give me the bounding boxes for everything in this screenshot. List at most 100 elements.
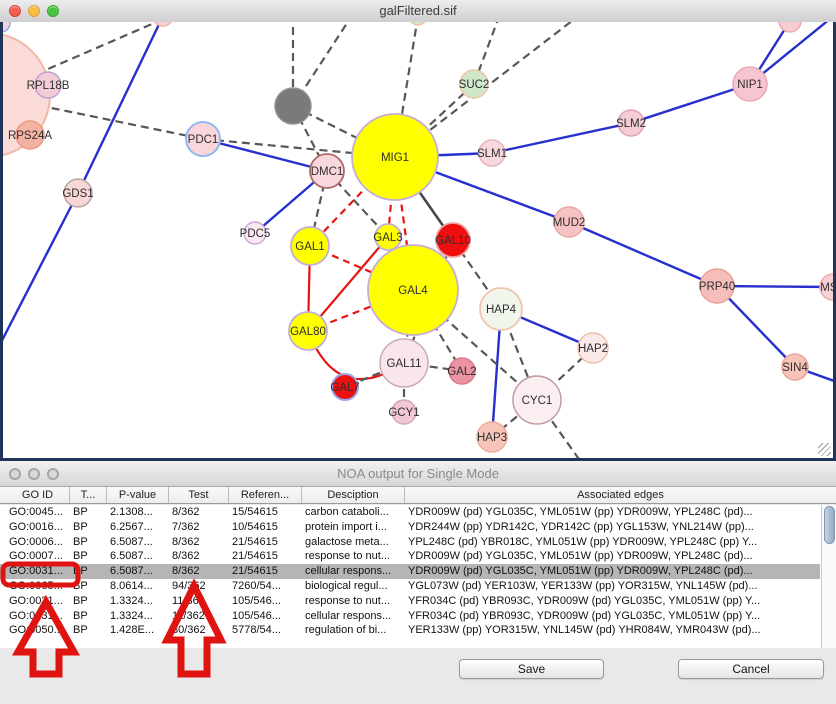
table-cell: 1.428E... xyxy=(107,623,169,638)
table-cell: cellular respons... xyxy=(302,564,405,579)
table-cell: 8/362 xyxy=(169,535,229,550)
graph-node-label: GAL11 xyxy=(387,358,422,370)
column-header-desciption[interactable]: Desciption xyxy=(302,487,405,503)
table-row[interactable]: GO:0006...BP6.5087...8/36221/54615galact… xyxy=(0,535,820,550)
table-cell: GO:0031... xyxy=(6,594,70,609)
table-cell: 8/362 xyxy=(169,564,229,579)
table-cell: BP xyxy=(70,579,107,594)
table-cell: response to nut... xyxy=(302,594,405,609)
resize-grip[interactable] xyxy=(818,443,831,456)
table-row[interactable]: GO:0007...BP6.5087...8/36221/54615respon… xyxy=(0,549,820,564)
table-row[interactable]: GO:0031...BP1.3324...11/362105/546...res… xyxy=(0,594,820,609)
graph-node-label: HAP4 xyxy=(486,304,517,316)
graph-node-label: DMC1 xyxy=(311,166,344,178)
table-row[interactable]: GO:0065...BP8.0614...94/3627260/54...bio… xyxy=(0,579,820,594)
table-header: GO IDT...P-valueTestReferen...Desciption… xyxy=(0,486,836,504)
table-cell: GO:0007... xyxy=(6,549,70,564)
table-row[interactable]: GO:0031...BP1.3324...11/362105/546...cel… xyxy=(0,609,820,624)
table-cell: 11/362 xyxy=(169,609,229,624)
graph-node-topPink[interactable] xyxy=(153,22,173,26)
table-cell: 7260/54... xyxy=(229,579,302,594)
table-cell: YDR244W (pp) YDR142C, YDR142C (pp) YGL15… xyxy=(405,520,820,535)
column-header-p-value[interactable]: P-value xyxy=(107,487,169,503)
graph-node-label: PRP40 xyxy=(699,281,735,293)
table-cell: 8/362 xyxy=(169,549,229,564)
graph-node-label: RPL18B xyxy=(27,80,70,92)
table-cell: YDR009W (pd) YGL035C, YML051W (pp) YDR00… xyxy=(405,564,820,579)
graph-canvas[interactable]: RPL18BRPS24AGDS1PDC1DMC1MIG1PDC5GAL1GAL3… xyxy=(0,22,836,461)
table-cell: 7/362 xyxy=(169,520,229,535)
graph-node-topGreen[interactable] xyxy=(409,22,427,25)
graph-node-label: GAL3 xyxy=(373,232,402,244)
table-cell: GO:0045... xyxy=(6,505,70,520)
table-cell: protein import i... xyxy=(302,520,405,535)
graph-node-grayNode[interactable] xyxy=(275,88,311,124)
table-cell: response to nut... xyxy=(302,549,405,564)
noa-output-window: NOA output for Single Mode GO IDT...P-va… xyxy=(0,461,836,704)
table-cell: GO:0031... xyxy=(6,609,70,624)
network-window-title: galFiltered.sif xyxy=(0,0,836,22)
graph-node-label: SLM1 xyxy=(477,148,507,160)
graph-node-label: MIG1 xyxy=(381,152,409,164)
network-window-titlebar[interactable]: galFiltered.sif xyxy=(0,0,836,23)
graph-node-label: GAL4 xyxy=(398,285,428,297)
graph-node-label: MUD2 xyxy=(553,217,586,229)
graph-node-topRightPink[interactable] xyxy=(779,22,801,32)
column-header-associated-edges[interactable]: Associated edges xyxy=(405,487,836,503)
graph-node-label: RPS24A xyxy=(8,130,52,142)
graph-node-label: SLM2 xyxy=(616,118,646,130)
table-cell: 1.3324... xyxy=(107,609,169,624)
save-button[interactable]: Save xyxy=(459,659,604,679)
table-cell: YDR009W (pd) YGL035C, YML051W (pp) YDR00… xyxy=(405,549,820,564)
graph-edge-blue xyxy=(3,193,78,354)
network-window: galFiltered.sif RPL18B RPS24A GDS1 PDC1 DMC1… xyxy=(0,0,836,461)
graph-node-label: PDC1 xyxy=(188,134,219,146)
table-cell: 6.5087... xyxy=(107,564,169,579)
table-row[interactable]: GO:0050...BP1.428E...80/3625778/54...reg… xyxy=(0,623,820,638)
table-cell: 21/54615 xyxy=(229,564,302,579)
graph-node-label: HAP2 xyxy=(578,343,608,355)
table-cell: regulation of bi... xyxy=(302,623,405,638)
column-header-t-[interactable]: T... xyxy=(70,487,107,503)
table-cell: cellular respons... xyxy=(302,609,405,624)
noa-window-titlebar[interactable]: NOA output for Single Mode xyxy=(0,461,836,487)
table-cell: BP xyxy=(70,623,107,638)
noa-window-title: NOA output for Single Mode xyxy=(0,461,836,486)
graph-node-label: GAL10 xyxy=(435,235,471,247)
table-cell: 105/546... xyxy=(229,594,302,609)
table-cell: 6.5087... xyxy=(107,549,169,564)
table-cell: BP xyxy=(70,564,107,579)
graph-node-label: GDS1 xyxy=(62,188,93,200)
table-cell: carbon cataboli... xyxy=(302,505,405,520)
table-row[interactable]: GO:0031...BP6.5087...8/36221/54615cellul… xyxy=(0,564,820,579)
graph-edge-blue xyxy=(492,123,631,153)
vertical-scrollbar[interactable] xyxy=(821,505,836,648)
network-graph[interactable]: RPL18BRPS24AGDS1PDC1DMC1MIG1PDC5GAL1GAL3… xyxy=(3,22,833,458)
scrollbar-thumb[interactable] xyxy=(824,506,835,544)
table-cell: 6.2567... xyxy=(107,520,169,535)
column-header-referen-[interactable]: Referen... xyxy=(229,487,302,503)
graph-node-cornerNode[interactable] xyxy=(3,22,10,32)
column-header-test[interactable]: Test xyxy=(169,487,229,503)
table-cell: GO:0050... xyxy=(6,623,70,638)
cancel-button[interactable]: Cancel xyxy=(678,659,824,679)
table-cell: BP xyxy=(70,594,107,609)
table-cell: 94/362 xyxy=(169,579,229,594)
table-cell: BP xyxy=(70,549,107,564)
table-row[interactable]: GO:0016...BP6.2567...7/36210/54615protei… xyxy=(0,520,820,535)
table-cell: 2.1308... xyxy=(107,505,169,520)
table-cell: GO:0065... xyxy=(6,579,70,594)
column-header-go-id[interactable]: GO ID xyxy=(6,487,70,503)
table-body: GO:0045...BP2.1308...8/36215/54615carbon… xyxy=(0,505,836,648)
table-cell: 80/362 xyxy=(169,623,229,638)
table-cell: 6.5087... xyxy=(107,535,169,550)
table-cell: 8/362 xyxy=(169,505,229,520)
graph-node-label: GAL7 xyxy=(330,382,359,394)
table-cell: YGL073W (pd) YER103W, YER133W (pp) YOR31… xyxy=(405,579,820,594)
graph-node-label: MSN xyxy=(820,282,833,294)
graph-node-label: GAL2 xyxy=(447,366,476,378)
graph-node-label: GAL80 xyxy=(290,326,326,338)
table-row[interactable]: GO:0045...BP2.1308...8/36215/54615carbon… xyxy=(0,505,820,520)
table-cell: 11/362 xyxy=(169,594,229,609)
table-cell: YFR034C (pd) YBR093C, YDR009W (pd) YGL03… xyxy=(405,594,820,609)
